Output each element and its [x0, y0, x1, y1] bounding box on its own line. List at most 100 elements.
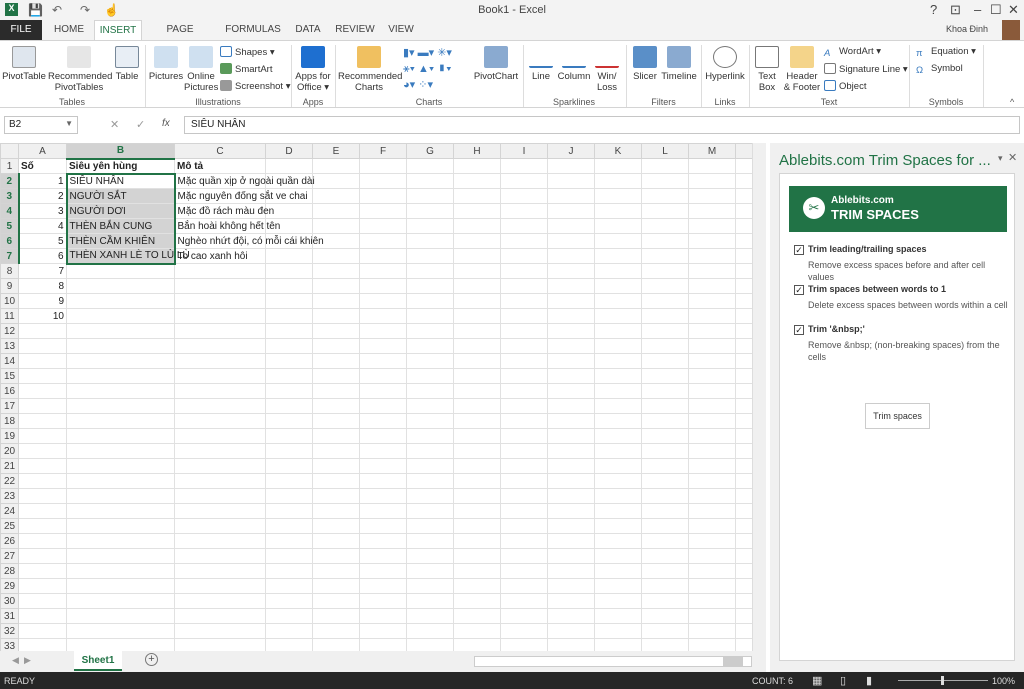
cell[interactable] — [359, 533, 407, 549]
cell[interactable] — [500, 353, 548, 369]
cell[interactable] — [359, 458, 407, 474]
cell[interactable] — [265, 293, 313, 309]
cell[interactable] — [500, 308, 548, 324]
select-all-corner[interactable] — [0, 143, 19, 159]
cell[interactable] — [406, 608, 454, 624]
cell[interactable] — [265, 503, 313, 519]
row-header[interactable]: 26 — [0, 533, 19, 549]
cell[interactable] — [688, 158, 736, 174]
cell[interactable] — [688, 218, 736, 234]
cell[interactable] — [312, 503, 360, 519]
chart-types-gallery[interactable]: ▮▾ ▬▾ ✳▾ ⚹▾ ▲▾ ▮▾ ◕▾ ⁘▾ — [403, 45, 471, 93]
cell[interactable] — [547, 158, 595, 174]
cell[interactable] — [735, 188, 752, 204]
cell[interactable] — [688, 518, 736, 534]
cell[interactable] — [688, 623, 736, 639]
cell[interactable] — [406, 503, 454, 519]
cell[interactable] — [735, 218, 752, 234]
cell[interactable] — [453, 623, 501, 639]
cell[interactable] — [453, 503, 501, 519]
cell[interactable] — [66, 353, 175, 369]
cell[interactable] — [312, 548, 360, 564]
cell[interactable] — [359, 578, 407, 594]
cell[interactable] — [359, 503, 407, 519]
cell[interactable] — [265, 263, 313, 279]
cell[interactable] — [547, 293, 595, 309]
cell[interactable] — [174, 443, 266, 459]
cell[interactable] — [265, 623, 313, 639]
cell[interactable] — [406, 308, 454, 324]
cell[interactable] — [688, 473, 736, 489]
column-header-k[interactable]: K — [594, 143, 642, 159]
cell[interactable] — [594, 158, 642, 174]
cell[interactable] — [174, 278, 266, 294]
cell[interactable] — [547, 218, 595, 234]
cell[interactable] — [312, 218, 360, 234]
cell[interactable] — [312, 353, 360, 369]
cell[interactable] — [594, 308, 642, 324]
cell[interactable] — [641, 548, 689, 564]
cell[interactable]: 1 — [18, 173, 67, 189]
screenshot-button[interactable]: Screenshot ▾ — [220, 80, 290, 92]
cell[interactable] — [594, 623, 642, 639]
cell[interactable] — [547, 548, 595, 564]
cell[interactable] — [735, 458, 752, 474]
equation-button[interactable]: π Equation ▾ — [916, 46, 976, 59]
cell[interactable] — [453, 188, 501, 204]
cell[interactable] — [688, 638, 736, 651]
cell[interactable] — [312, 158, 360, 174]
cell[interactable] — [688, 203, 736, 219]
cell[interactable] — [265, 458, 313, 474]
cell[interactable] — [688, 608, 736, 624]
cell[interactable] — [265, 578, 313, 594]
cell[interactable] — [547, 263, 595, 279]
cell[interactable] — [547, 353, 595, 369]
column-header-c[interactable]: C — [174, 143, 266, 159]
cell[interactable] — [312, 458, 360, 474]
cell[interactable] — [453, 203, 501, 219]
cell[interactable] — [359, 638, 407, 651]
row-header[interactable]: 22 — [0, 473, 19, 489]
cell[interactable] — [406, 278, 454, 294]
cell[interactable] — [453, 218, 501, 234]
cell[interactable] — [265, 368, 313, 384]
cell[interactable]: 2 — [18, 188, 67, 204]
prev-sheet-icon[interactable]: ◀ — [12, 655, 19, 666]
cell[interactable] — [406, 218, 454, 234]
cell[interactable] — [174, 413, 266, 429]
cell[interactable] — [312, 173, 360, 189]
cell[interactable] — [547, 638, 595, 651]
cell[interactable] — [453, 323, 501, 339]
cell[interactable] — [453, 173, 501, 189]
cell[interactable] — [174, 638, 266, 651]
row-header[interactable]: 15 — [0, 368, 19, 384]
cell[interactable] — [406, 593, 454, 609]
cell[interactable] — [547, 608, 595, 624]
cell[interactable] — [688, 383, 736, 399]
cell[interactable] — [500, 368, 548, 384]
cell[interactable] — [174, 398, 266, 414]
cell[interactable] — [688, 548, 736, 564]
cell[interactable] — [312, 278, 360, 294]
cell[interactable] — [312, 623, 360, 639]
cell[interactable] — [265, 308, 313, 324]
cell[interactable] — [174, 533, 266, 549]
cell[interactable] — [406, 188, 454, 204]
cell[interactable] — [641, 383, 689, 399]
cell[interactable] — [641, 428, 689, 444]
cell[interactable] — [66, 428, 175, 444]
cell[interactable] — [594, 383, 642, 399]
cell[interactable] — [453, 458, 501, 474]
column-header-g[interactable]: G — [406, 143, 454, 159]
column-header-d[interactable]: D — [265, 143, 313, 159]
cell[interactable] — [735, 623, 752, 639]
cell[interactable] — [406, 368, 454, 384]
cell[interactable]: THÈN XANH LÈ TO LÙ LÙ — [65, 248, 190, 265]
row-header[interactable]: 19 — [0, 428, 19, 444]
cell[interactable] — [735, 233, 752, 249]
cell[interactable] — [406, 263, 454, 279]
cell[interactable] — [688, 443, 736, 459]
cell[interactable] — [594, 188, 642, 204]
cell[interactable] — [735, 203, 752, 219]
cell[interactable] — [406, 338, 454, 354]
